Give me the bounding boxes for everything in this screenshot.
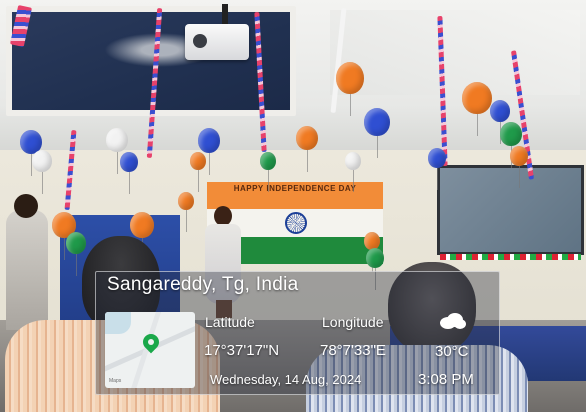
balloon bbox=[66, 232, 86, 276]
standing-person bbox=[6, 194, 48, 330]
cloud-icon bbox=[440, 313, 466, 329]
balloon bbox=[106, 128, 128, 174]
map-road bbox=[129, 312, 162, 388]
ashoka-chakra-icon bbox=[285, 212, 307, 235]
balloon bbox=[178, 192, 194, 232]
balloon bbox=[32, 150, 52, 194]
balloon bbox=[198, 128, 220, 175]
projector-lens bbox=[193, 34, 207, 48]
ceiling-panel bbox=[330, 10, 580, 95]
balloon bbox=[260, 152, 276, 192]
balloon bbox=[490, 100, 510, 144]
time-value: 3:08 PM bbox=[418, 371, 474, 388]
standing-person-head bbox=[14, 194, 38, 218]
balloon bbox=[510, 146, 528, 188]
balloon bbox=[428, 148, 446, 190]
tricolor-border bbox=[440, 254, 581, 260]
projector-mount bbox=[222, 4, 228, 26]
balloon bbox=[364, 108, 390, 158]
date-value: Wednesday, 14 Aug, 2024 bbox=[210, 372, 362, 387]
speaker-head bbox=[214, 206, 232, 226]
balloon bbox=[462, 82, 492, 136]
location-title: Sangareddy, Tg, India bbox=[107, 274, 299, 295]
balloon bbox=[336, 62, 364, 116]
balloon bbox=[500, 122, 522, 168]
balloon bbox=[345, 152, 361, 192]
balloon bbox=[296, 126, 318, 172]
balloon bbox=[130, 212, 154, 260]
temperature-value: 30°C bbox=[435, 343, 469, 360]
decorated-board bbox=[437, 165, 584, 260]
balloon bbox=[190, 152, 206, 192]
balloon bbox=[366, 248, 384, 290]
longitude-label: Longitude bbox=[322, 314, 384, 330]
ceiling bbox=[0, 0, 586, 150]
map-brand: Maps bbox=[109, 378, 122, 384]
latitude-value: 17°37'17"N bbox=[204, 342, 280, 359]
map-water bbox=[105, 312, 131, 334]
map-thumbnail: Maps bbox=[105, 312, 195, 388]
screen-banner: HAPPY INDEPENDENCE DAY bbox=[233, 184, 357, 193]
projector bbox=[185, 24, 249, 60]
balloon bbox=[120, 152, 138, 194]
latitude-label: Latitude bbox=[205, 314, 255, 330]
longitude-value: 78°7'33"E bbox=[320, 342, 386, 359]
